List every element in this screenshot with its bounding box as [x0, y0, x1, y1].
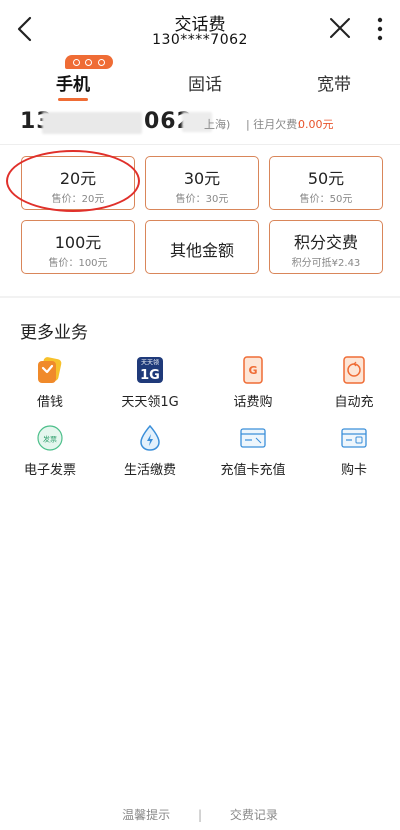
utility-payment-icon [140, 424, 160, 451]
service-loan[interactable]: 借钱 [0, 356, 100, 410]
amount-price: 售价：50元 [299, 194, 353, 205]
points-deduction-note: 积分可抵¥2.43 [291, 258, 361, 269]
icon-text: G [248, 364, 257, 377]
more-options-icon[interactable] [372, 16, 388, 42]
other-amount-button[interactable]: 其他金额 [145, 220, 259, 274]
service-auto-recharge[interactable]: 自动充 [304, 356, 400, 410]
service-utility-payment[interactable]: 生活缴费 [100, 424, 200, 478]
section-divider [0, 296, 400, 298]
close-icon[interactable] [328, 16, 352, 40]
amount-value: 30元 [183, 169, 221, 188]
phone-bill-shop-icon: G [243, 356, 263, 384]
amount-value: 20元 [59, 169, 97, 188]
footer-separator: | [197, 808, 203, 822]
service-label: 话费购 [233, 395, 273, 410]
buy-card-icon [341, 428, 367, 448]
service-label: 购卡 [340, 463, 367, 478]
service-daily-1g[interactable]: 天天领 1G 天天领1G [100, 356, 200, 410]
daily-1g-icon: 天天领 1G [137, 357, 163, 383]
recharge-card-icon [240, 428, 266, 448]
tab-mobile[interactable]: 手机 [56, 70, 90, 95]
more-services-title: 更多业务 [20, 323, 88, 343]
amount-value: 100元 [54, 233, 102, 252]
service-label: 生活缴费 [123, 463, 176, 478]
amount-price: 售价：30元 [175, 194, 229, 205]
service-e-invoice[interactable]: 发票 电子发票 [0, 424, 100, 478]
service-label: 天天领1G [121, 395, 179, 410]
category-tabs: 手机 固话 宽带 [0, 56, 400, 102]
top-bar: 交话费 130****7062 [0, 0, 400, 56]
account-info-row: 13 062 上海) | 往月欠费: 0.00元 [0, 104, 400, 140]
service-label: 电子发票 [23, 463, 76, 478]
tab-broadband[interactable]: 宽带 [317, 70, 351, 95]
auto-recharge-icon [343, 356, 365, 384]
account-region: 上海) [204, 118, 231, 131]
icon-text: 发票 [43, 435, 57, 444]
amount-option-50[interactable]: 50元 售价：50元 [269, 156, 383, 210]
amount-option-100[interactable]: 100元 售价：100元 [21, 220, 135, 274]
service-recharge-card[interactable]: 充值卡充值 [203, 424, 303, 478]
tab-landline[interactable]: 固话 [188, 70, 222, 95]
footer-links: 温馨提示 | 交费记录 [0, 806, 400, 823]
amount-option-20[interactable]: 20元 售价：20元 [21, 156, 135, 210]
loan-icon [38, 357, 62, 383]
amount-price: 售价：100元 [48, 258, 108, 269]
points-payment-button[interactable]: 积分交费 积分可抵¥2.43 [269, 220, 383, 274]
other-amount-label: 其他金额 [169, 241, 234, 260]
icon-text-top: 天天领 [141, 359, 159, 367]
e-invoice-icon: 发票 [37, 425, 63, 451]
arrears-value: 0.00元 [298, 118, 334, 131]
active-tab-indicator [58, 98, 88, 101]
service-label: 借钱 [36, 395, 63, 410]
icon-text-main: 1G [140, 368, 160, 383]
redacted-phone-digits [42, 112, 142, 134]
divider [0, 144, 400, 145]
service-label: 自动充 [334, 395, 374, 410]
amount-price: 售价：20元 [51, 194, 105, 205]
service-phone-bill-shop[interactable]: G 话费购 [203, 356, 303, 410]
service-label: 充值卡充值 [220, 463, 286, 478]
amount-value: 50元 [307, 169, 345, 188]
arrears-label: | 往月欠费: [246, 118, 301, 131]
tips-link[interactable]: 温馨提示 [122, 808, 170, 822]
amount-option-30[interactable]: 30元 售价：30元 [145, 156, 259, 210]
points-payment-label: 积分交费 [293, 233, 358, 252]
payment-records-link[interactable]: 交费记录 [230, 808, 278, 822]
service-buy-card[interactable]: 购卡 [304, 424, 400, 478]
